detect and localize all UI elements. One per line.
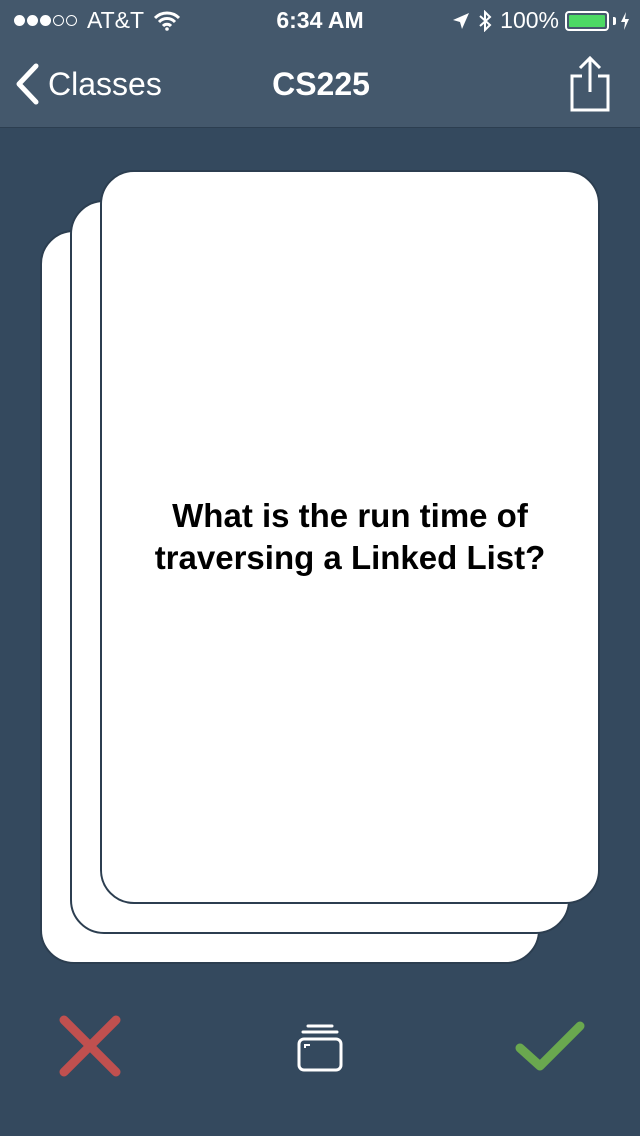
battery-icon — [565, 10, 609, 31]
location-arrow-icon — [453, 12, 470, 29]
top-bar: AT&T 6:34 AM 100% Classes CS225 — [0, 0, 640, 128]
mark-correct-button[interactable] — [514, 1018, 586, 1074]
flashcard-question: What is the run time of traversing a Lin… — [154, 497, 546, 576]
share-icon — [570, 55, 610, 112]
card-deck-icon — [297, 1024, 343, 1072]
status-bar: AT&T 6:34 AM 100% — [0, 0, 640, 40]
flashcard-screen: AT&T 6:34 AM 100% Classes CS225 What is … — [0, 0, 640, 1136]
battery-tip — [613, 16, 616, 25]
x-mark-icon — [59, 1015, 121, 1077]
share-button[interactable] — [568, 54, 612, 112]
status-right: 100% — [452, 7, 630, 34]
deck-button[interactable] — [294, 1022, 346, 1074]
checkmark-icon — [515, 1021, 585, 1071]
battery-level-fill — [569, 14, 605, 27]
flashcard[interactable]: What is the run time of traversing a Lin… — [100, 170, 600, 904]
nav-bar: Classes CS225 — [0, 40, 640, 128]
battery-percent: 100% — [500, 7, 559, 33]
bluetooth-icon — [479, 9, 492, 32]
charging-bolt-icon — [621, 11, 629, 30]
mark-wrong-button[interactable] — [58, 1014, 122, 1078]
page-title: CS225 — [272, 66, 370, 102]
